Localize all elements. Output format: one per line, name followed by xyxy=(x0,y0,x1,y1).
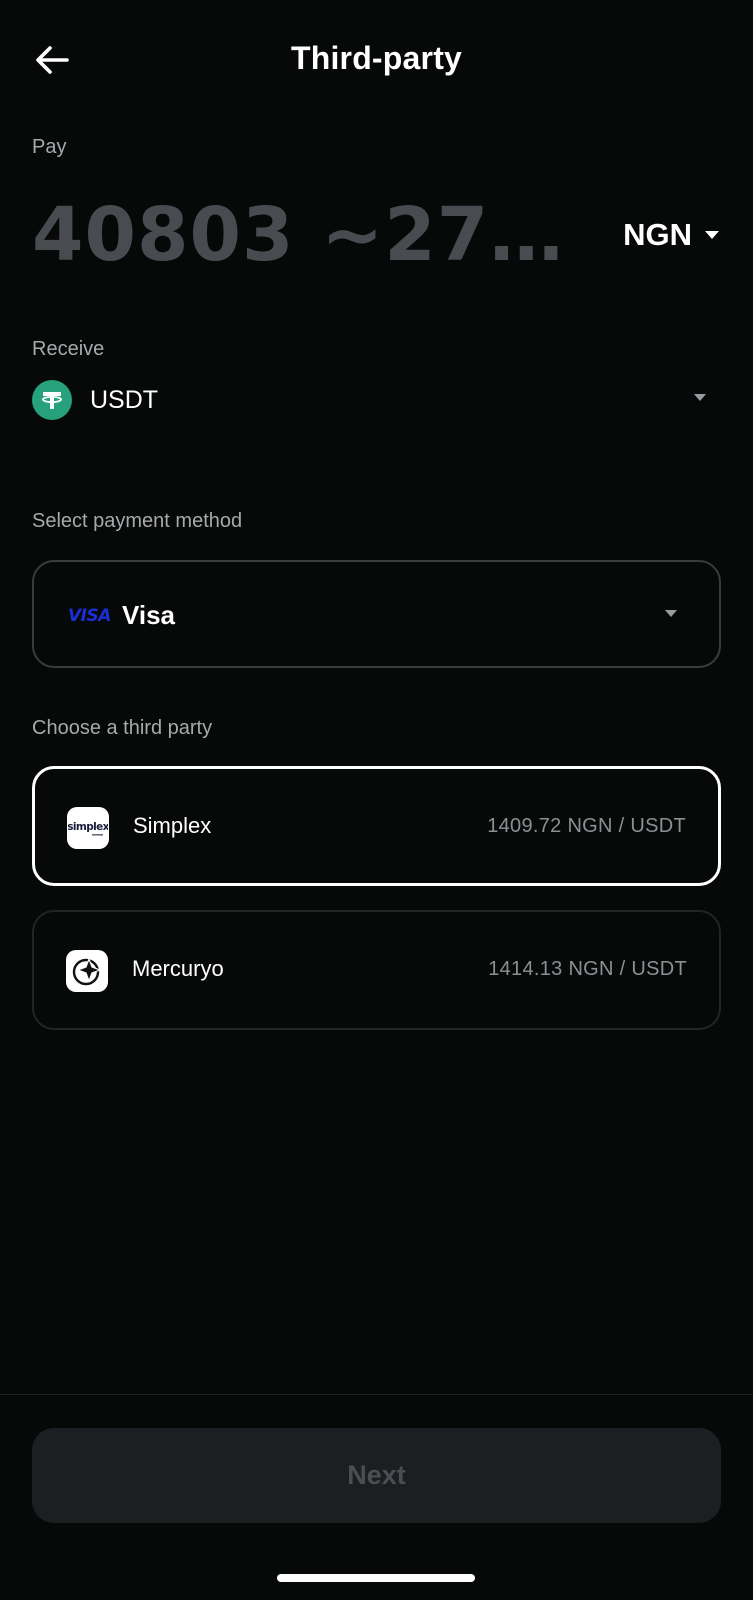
header: Third-party xyxy=(0,0,753,120)
pay-label: Pay xyxy=(32,136,67,158)
payment-method-select[interactable]: VISA Visa xyxy=(32,560,721,668)
provider-rate: 1409.72 NGN / USDT xyxy=(487,815,686,837)
third-party-screen: Third-party Pay 40803 ~27201... NGN Rece… xyxy=(0,0,753,1600)
receive-label: Receive xyxy=(32,338,105,360)
provider-card-mercuryo[interactable]: Mercuryo 1414.13 NGN / USDT xyxy=(32,910,721,1030)
receive-token-label: USDT xyxy=(90,386,159,414)
currency-select[interactable]: NGN xyxy=(623,208,722,262)
third-party-label: Choose a third party xyxy=(32,717,213,739)
pay-row: 40803 ~27201... NGN xyxy=(32,190,722,280)
receive-token-select[interactable]: USDT xyxy=(32,378,722,422)
provider-name: Mercuryo xyxy=(132,956,224,981)
page-title: Third-party xyxy=(290,40,463,76)
caret-down-icon xyxy=(705,231,719,239)
home-indicator[interactable] xyxy=(277,1574,475,1582)
next-button[interactable]: Next xyxy=(32,1428,721,1523)
footer-divider xyxy=(0,1394,753,1395)
provider-name: Simplex xyxy=(133,813,212,838)
pay-amount-input[interactable]: 40803 ~27201... xyxy=(32,190,594,280)
payment-method-label: Select payment method xyxy=(32,510,243,532)
currency-label: NGN xyxy=(623,217,692,252)
visa-logo-icon: VISA xyxy=(68,606,111,626)
provider-rate: 1414.13 NGN / USDT xyxy=(488,958,687,980)
provider-card-simplex[interactable]: simplex Simplex 1409.72 NGN / USDT xyxy=(32,766,721,886)
caret-down-icon xyxy=(665,610,677,617)
simplex-logo-icon: simplex xyxy=(67,807,109,849)
payment-method-value: Visa xyxy=(122,600,176,630)
caret-down-icon xyxy=(694,394,706,401)
svg-text:simplex: simplex xyxy=(68,821,108,833)
mercuryo-logo-icon xyxy=(66,950,108,992)
tether-icon xyxy=(32,380,72,420)
